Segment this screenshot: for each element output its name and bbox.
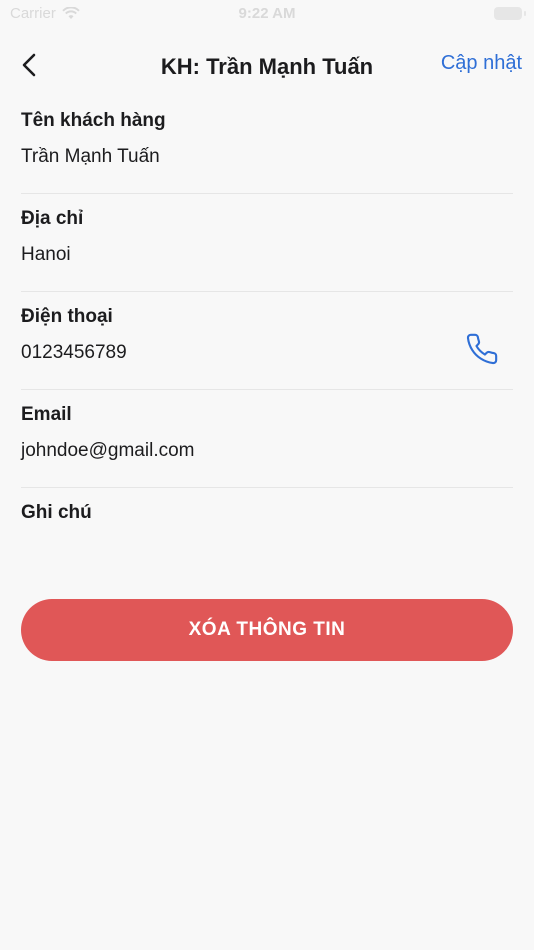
field-email: Email johndoe@gmail.com [21, 390, 513, 488]
field-value: 0123456789 [21, 342, 127, 363]
field-address: Địa chỉ Hanoi [21, 194, 513, 292]
delete-info-button[interactable]: XÓA THÔNG TIN [21, 599, 513, 661]
status-time: 9:22 AM [238, 5, 296, 22]
field-customer-name: Tên khách hàng Trần Mạnh Tuấn [21, 96, 513, 194]
field-label: Điện thoại [21, 306, 113, 327]
battery-icon [494, 7, 526, 20]
field-note: Ghi chú [21, 488, 513, 586]
status-bar: Carrier 9:22 AM [0, 0, 534, 28]
field-label: Email [21, 404, 72, 425]
field-value: Trần Mạnh Tuấn [21, 146, 160, 167]
field-value: johndoe@gmail.com [21, 440, 195, 461]
customer-detail-list: Tên khách hàng Trần Mạnh Tuấn Địa chỉ Ha… [21, 96, 513, 586]
update-button[interactable]: Cập nhật [441, 52, 522, 75]
call-button[interactable] [465, 332, 499, 366]
field-value: Hanoi [21, 244, 71, 265]
field-label: Tên khách hàng [21, 110, 166, 131]
nav-bar: KH: Trần Mạnh Tuấn Cập nhật [0, 40, 534, 96]
field-label: Địa chỉ [21, 208, 84, 229]
field-label: Ghi chú [21, 502, 92, 523]
field-phone: Điện thoại 0123456789 [21, 292, 513, 390]
phone-icon [466, 333, 498, 365]
